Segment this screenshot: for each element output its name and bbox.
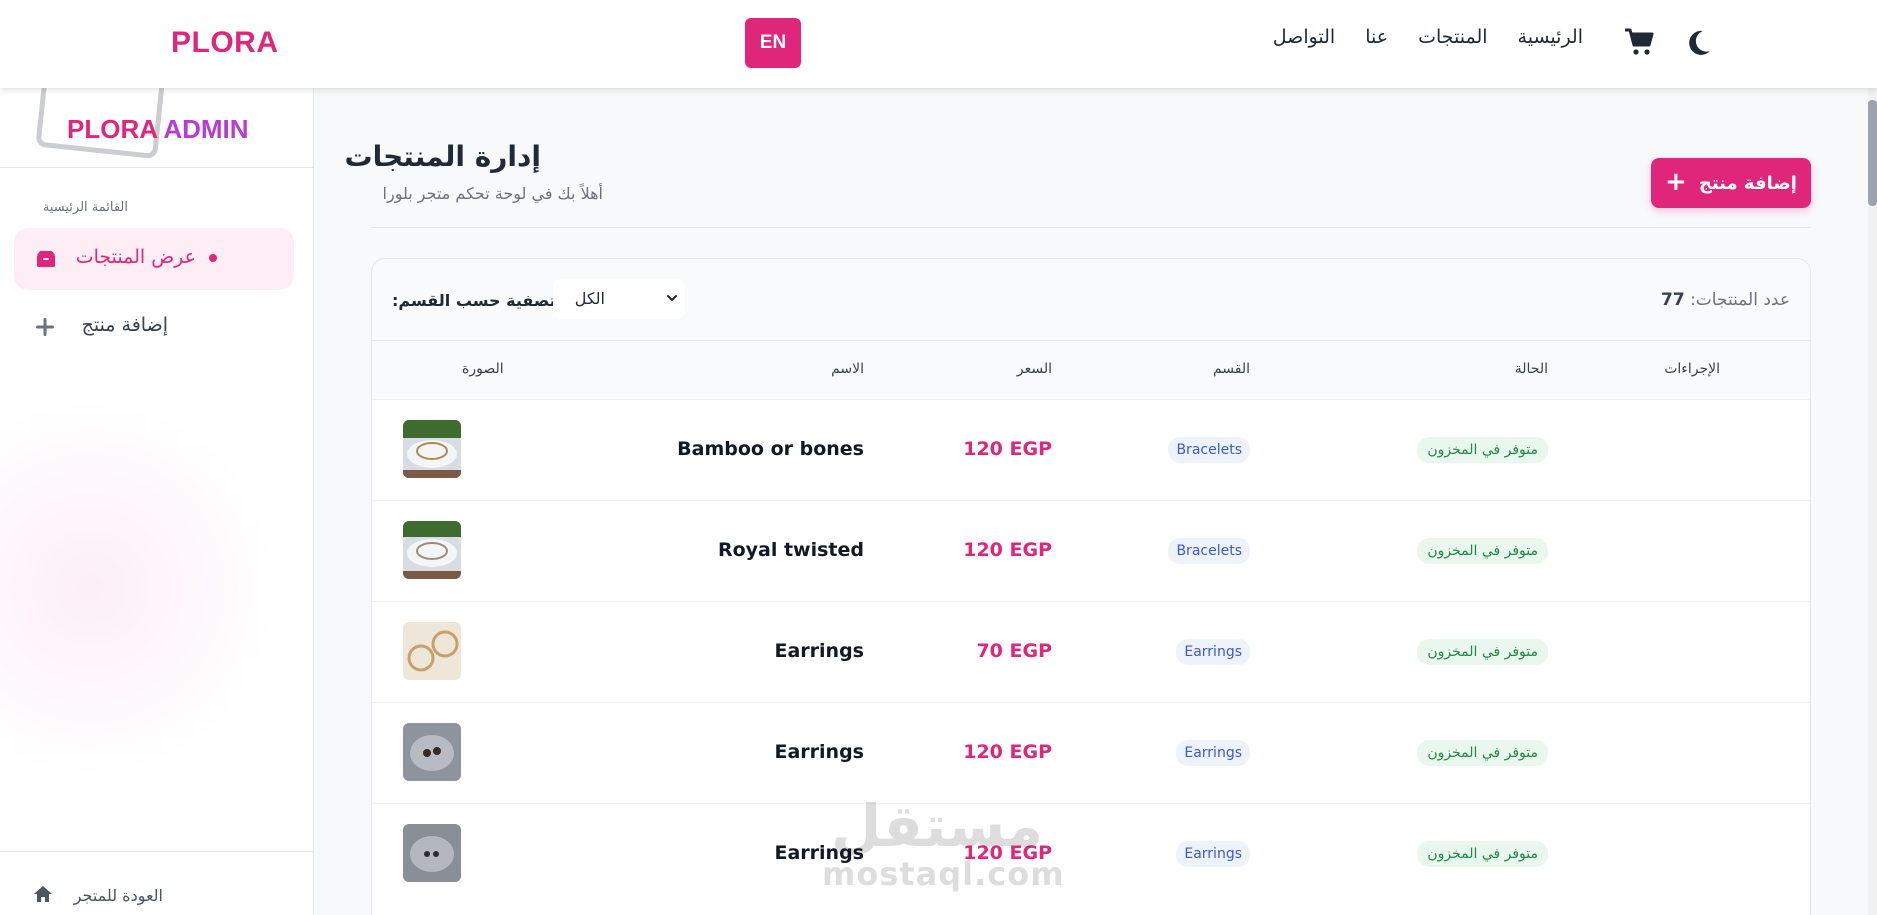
product-name: Bamboo or bones bbox=[677, 438, 864, 460]
home-icon[interactable] bbox=[34, 886, 52, 902]
column-header-status: الحالة bbox=[1514, 361, 1548, 377]
category-badge: Bracelets bbox=[1168, 538, 1250, 564]
product-thumbnail[interactable] bbox=[403, 420, 461, 478]
chevron-down-icon bbox=[667, 295, 677, 301]
table-header: الصورة الاسم السعر القسم الحالة الإجراءا… bbox=[372, 341, 1810, 399]
sidebar-decoration bbox=[0, 398, 280, 778]
watermark-arabic: مستقل bbox=[830, 792, 1044, 860]
nav-link-home[interactable]: الرئيسية bbox=[1518, 26, 1583, 48]
column-header-category: القسم bbox=[1212, 361, 1250, 377]
nav-link-contact[interactable]: التواصل bbox=[1273, 26, 1335, 48]
sidebar-title: PLORA ADMIN bbox=[67, 114, 249, 145]
status-badge: متوفر في المخزون bbox=[1417, 841, 1548, 867]
product-thumbnail[interactable] bbox=[403, 824, 461, 882]
product-name: Earrings bbox=[774, 741, 865, 763]
product-thumbnail[interactable] bbox=[403, 622, 461, 680]
column-header-price: السعر bbox=[1016, 361, 1052, 377]
watermark-latin: mostaql.com bbox=[822, 855, 1065, 893]
product-thumbnail[interactable] bbox=[403, 723, 461, 781]
column-header-actions: الإجراءات bbox=[1664, 361, 1720, 377]
category-badge: Earrings bbox=[1176, 639, 1250, 665]
sidebar-section-label: القائمة الرئيسية bbox=[42, 200, 128, 215]
admin-sidebar: PLORA ADMIN القائمة الرئيسية عرض المنتجا… bbox=[0, 88, 314, 915]
language-toggle-button[interactable]: EN bbox=[745, 18, 801, 68]
column-header-image: الصورة bbox=[462, 361, 504, 377]
category-badge: Earrings bbox=[1176, 841, 1250, 867]
table-row[interactable]: Royal twisted 120 EGP Bracelets متوفر في… bbox=[372, 500, 1810, 601]
product-name: Royal twisted bbox=[717, 539, 864, 561]
cart-icon[interactable] bbox=[1624, 28, 1654, 56]
box-icon bbox=[37, 251, 55, 267]
sidebar-item-view-products[interactable]: عرض المنتجات bbox=[14, 228, 294, 290]
add-product-button-label: إضافة منتج bbox=[1698, 172, 1797, 194]
product-price: 120 EGP bbox=[963, 438, 1052, 460]
products-table-card: عدد المنتجات: 77 :تصفية حسب القسم الكل ا… bbox=[371, 258, 1811, 915]
mostaql-watermark: مستقل mostaql.com bbox=[822, 792, 1065, 893]
table-row[interactable]: Bamboo or bones 120 EGP Bracelets متوفر … bbox=[372, 399, 1810, 500]
header-divider bbox=[371, 227, 1811, 228]
table-row[interactable]: Earrings 120 EGP Earrings متوفر في المخز… bbox=[372, 702, 1810, 803]
product-thumbnail[interactable] bbox=[403, 521, 461, 579]
product-price: 120 EGP bbox=[963, 539, 1052, 561]
product-price: 70 EGP bbox=[976, 640, 1052, 662]
top-navbar: PLORA EN الرئيسية المنتجات عنا التواصل bbox=[0, 0, 1877, 88]
plus-icon: + bbox=[1665, 166, 1687, 197]
product-count-label: عدد المنتجات: bbox=[1690, 290, 1790, 310]
active-indicator-dot bbox=[209, 254, 217, 262]
sidebar-item-label: عرض المنتجات bbox=[75, 246, 196, 268]
plus-icon bbox=[36, 318, 54, 336]
product-count: عدد المنتجات: 77 bbox=[1661, 290, 1790, 310]
status-badge: متوفر في المخزون bbox=[1417, 639, 1548, 665]
back-to-store-link[interactable]: العودة للمتجر bbox=[74, 886, 163, 905]
column-header-name: الاسم bbox=[831, 361, 864, 377]
scrollbar-thumb[interactable] bbox=[1868, 100, 1877, 206]
category-filter-label: :تصفية حسب القسم bbox=[392, 291, 556, 310]
product-name: Earrings bbox=[774, 640, 865, 662]
page-scrollbar[interactable] bbox=[1868, 88, 1877, 915]
category-filter-value: الكل bbox=[574, 289, 605, 308]
add-product-button[interactable]: إضافة منتج + bbox=[1651, 158, 1811, 208]
product-count-value: 77 bbox=[1661, 290, 1685, 310]
brand-logo[interactable]: PLORA bbox=[171, 26, 279, 60]
status-badge: متوفر في المخزون bbox=[1417, 538, 1548, 564]
table-row[interactable]: Earrings 70 EGP Earrings متوفر في المخزو… bbox=[372, 601, 1810, 702]
nav-links: الرئيسية المنتجات عنا التواصل bbox=[1273, 26, 1583, 48]
category-badge: Bracelets bbox=[1168, 437, 1250, 463]
table-row[interactable]: Earrings 120 EGP Earrings متوفر في المخز… bbox=[372, 803, 1810, 904]
nav-link-about[interactable]: عنا bbox=[1365, 26, 1388, 48]
table-toolbar: عدد المنتجات: 77 :تصفية حسب القسم الكل bbox=[372, 259, 1810, 341]
category-badge: Earrings bbox=[1176, 740, 1250, 766]
sidebar-title-brand: PLORA bbox=[67, 114, 158, 144]
sidebar-title-admin: ADMIN bbox=[163, 114, 249, 144]
page-title: إدارة المنتجات bbox=[344, 140, 541, 173]
status-badge: متوفر في المخزون bbox=[1417, 740, 1548, 766]
nav-link-products[interactable]: المنتجات bbox=[1418, 26, 1487, 48]
category-filter-select[interactable]: الكل bbox=[553, 279, 685, 319]
sidebar-item-add-product[interactable]: إضافة منتج bbox=[14, 296, 294, 358]
moon-icon[interactable] bbox=[1686, 29, 1712, 57]
product-price: 120 EGP bbox=[963, 741, 1052, 763]
sidebar-item-label: إضافة منتج bbox=[81, 314, 168, 336]
sidebar-divider bbox=[0, 167, 313, 168]
sidebar-footer-divider bbox=[0, 851, 313, 852]
status-badge: متوفر في المخزون bbox=[1417, 437, 1548, 463]
page-subtitle: أهلاً بك في لوحة تحكم متجر بلورا bbox=[382, 184, 603, 203]
